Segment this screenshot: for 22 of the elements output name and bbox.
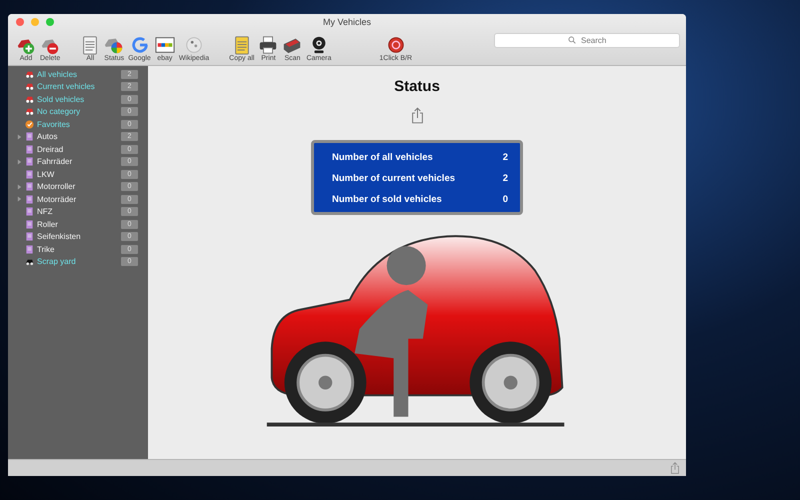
stat-label: Number of all vehicles bbox=[332, 152, 433, 163]
share-icon[interactable] bbox=[410, 107, 424, 124]
favorites-icon bbox=[25, 120, 34, 129]
share-icon[interactable] bbox=[670, 462, 680, 474]
zoom-button[interactable] bbox=[46, 18, 54, 26]
search-field[interactable]: Search bbox=[494, 33, 680, 48]
google-icon bbox=[130, 35, 150, 55]
window-title: My Vehicles bbox=[322, 17, 372, 27]
close-button[interactable] bbox=[16, 18, 24, 26]
disclosure-triangle-icon[interactable] bbox=[17, 158, 22, 165]
stat-value: 2 bbox=[502, 173, 508, 184]
stat-label: Number of sold vehicles bbox=[332, 194, 442, 205]
stat-label: Number of current vehicles bbox=[332, 173, 456, 184]
disclosure-triangle-icon[interactable] bbox=[17, 196, 22, 202]
disclosure-triangle-icon[interactable] bbox=[17, 184, 22, 190]
stat-value: 2 bbox=[502, 152, 508, 163]
minimize-button[interactable] bbox=[31, 18, 39, 26]
disclosure-triangle-icon[interactable] bbox=[17, 134, 22, 140]
stat-value: 0 bbox=[502, 194, 508, 205]
print-icon bbox=[258, 35, 278, 55]
status-title: Status bbox=[394, 78, 440, 95]
search-icon bbox=[568, 36, 576, 44]
